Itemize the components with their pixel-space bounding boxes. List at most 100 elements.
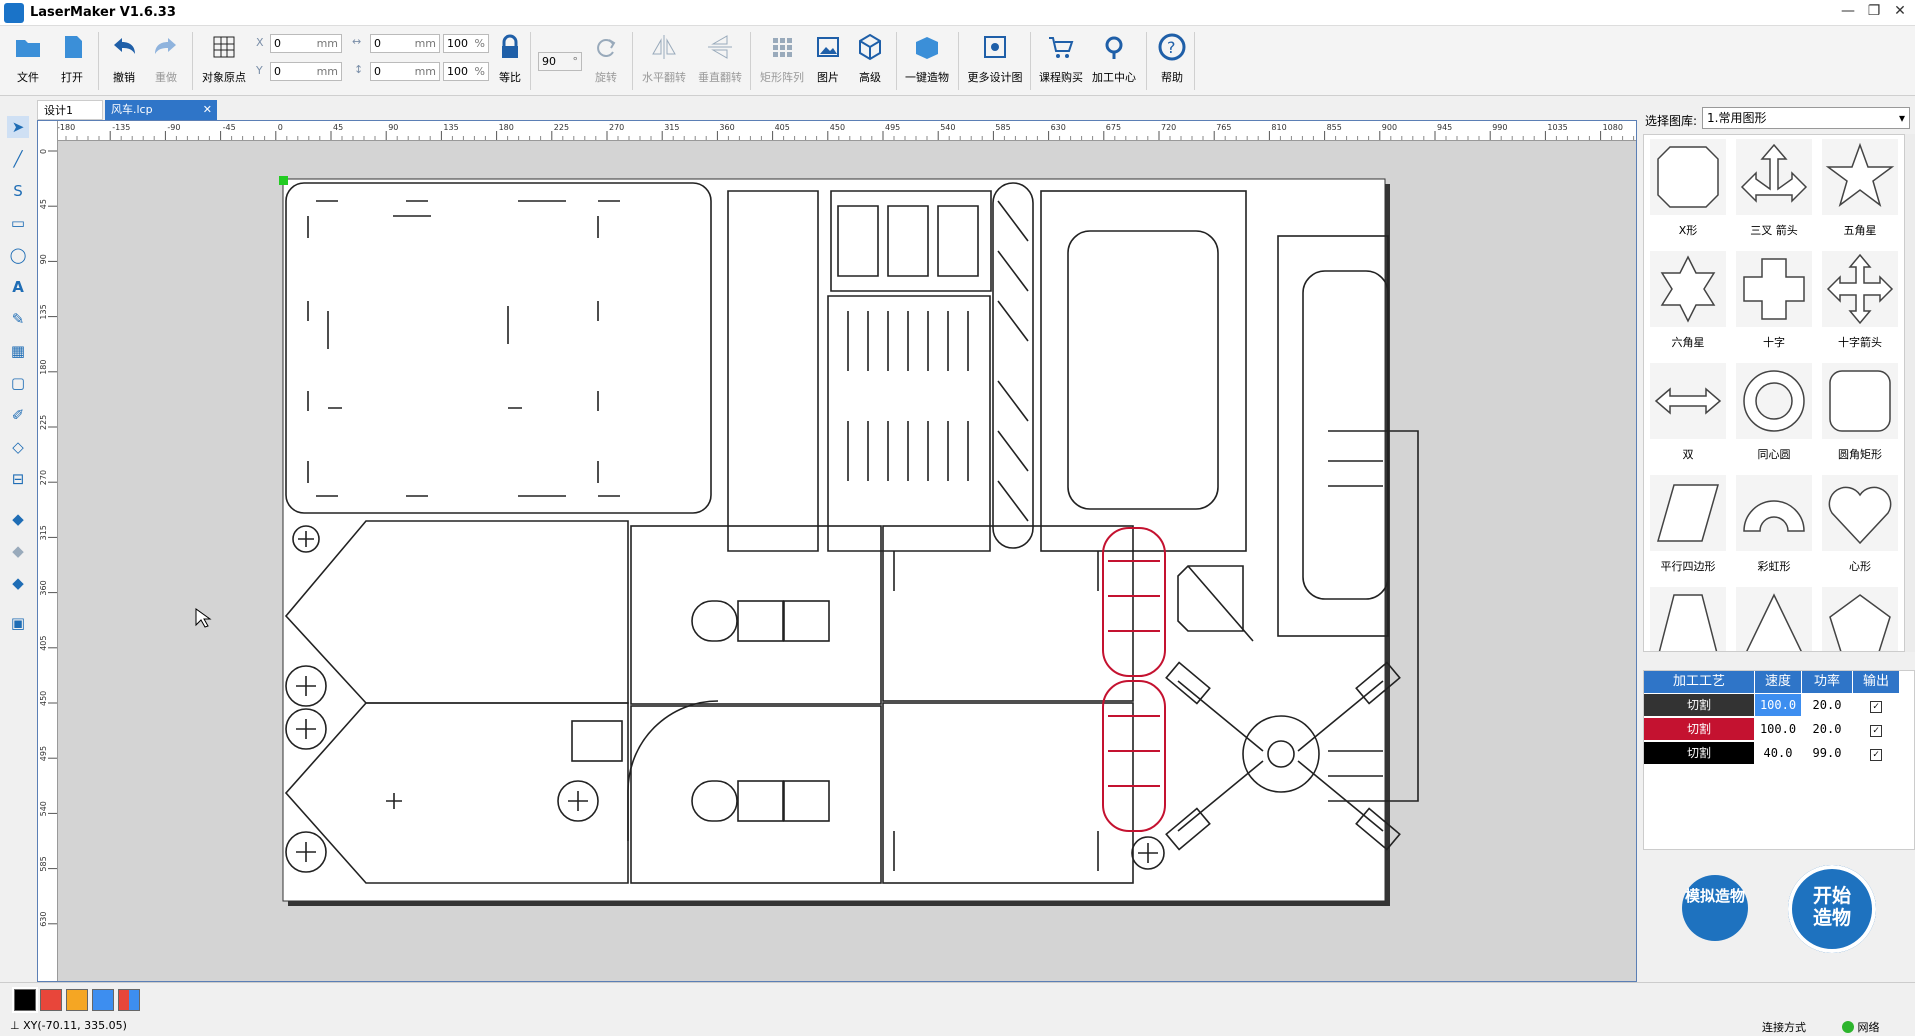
eraser-tool-icon[interactable]: ◇ xyxy=(7,436,29,458)
layer-output-cell[interactable]: ✓ xyxy=(1853,742,1899,764)
table-tool-icon[interactable]: ▦ xyxy=(7,340,29,362)
shape-item[interactable] xyxy=(1820,587,1900,651)
horizontal-flip-button[interactable]: 水平翻转 xyxy=(638,30,690,92)
height-percent-input[interactable]: 100% xyxy=(443,62,489,81)
color-swatch[interactable] xyxy=(40,989,62,1011)
shape-item[interactable]: 五角星 xyxy=(1820,139,1900,238)
shape-item[interactable]: 平行四边形 xyxy=(1648,475,1728,574)
library-scrollbar[interactable] xyxy=(1905,134,1915,652)
undo-button[interactable]: 撤销 xyxy=(106,30,142,92)
object-origin-button[interactable]: 对象原点 xyxy=(198,30,250,92)
select-tool-icon[interactable]: ➤ xyxy=(7,116,29,138)
color-swatch[interactable] xyxy=(66,989,88,1011)
camera-tool-icon[interactable]: ▣ xyxy=(7,612,29,634)
output-checkbox[interactable]: ✓ xyxy=(1870,701,1882,713)
shape-item[interactable] xyxy=(1734,587,1814,651)
bottom-bar: ⊥ XY(-70.11, 335.05) 连接方式 网络 xyxy=(0,982,1915,1036)
shape-item[interactable]: 心形 xyxy=(1820,475,1900,574)
layer-mode-cell[interactable]: 切割 xyxy=(1644,718,1754,740)
tab-windmill[interactable]: 风车.lcp ✕ xyxy=(105,100,217,120)
output-checkbox[interactable]: ✓ xyxy=(1870,749,1882,761)
vertical-flip-button[interactable]: 垂直翻转 xyxy=(694,30,746,92)
separator xyxy=(1194,32,1195,90)
redo-icon xyxy=(155,38,176,54)
maximize-button[interactable]: ❐ xyxy=(1861,3,1887,23)
shape-item[interactable]: 六角星 xyxy=(1648,251,1728,350)
shape-label: 圆角矩形 xyxy=(1838,448,1882,461)
layer-speed-cell[interactable]: 100.0 xyxy=(1755,718,1801,740)
rect-array-button[interactable]: 矩形阵列 xyxy=(756,30,808,92)
fill-disabled-icon[interactable]: ◆ xyxy=(7,540,29,562)
start-make-button[interactable]: 开始造物 xyxy=(1788,865,1876,953)
close-window-button[interactable]: ✕ xyxy=(1887,3,1913,23)
color-swatch[interactable] xyxy=(92,989,114,1011)
shape-item[interactable]: 十字 xyxy=(1734,251,1814,350)
shape-preview-icon xyxy=(1650,587,1726,651)
shape-item[interactable]: 十字箭头 xyxy=(1820,251,1900,350)
shape-preview-icon xyxy=(1736,363,1812,439)
rotate-icon xyxy=(597,39,616,57)
rectangle-tool-icon[interactable]: ▭ xyxy=(7,212,29,234)
advanced-button[interactable]: 高级 xyxy=(852,30,888,92)
layer-output-cell[interactable]: ✓ xyxy=(1853,718,1899,740)
shape-item[interactable]: 圆角矩形 xyxy=(1820,363,1900,462)
ellipse-tool-icon[interactable]: ◯ xyxy=(7,244,29,266)
library-select[interactable]: 1.常用图形 ▾ xyxy=(1702,107,1910,129)
one-click-make-button[interactable]: 一键造物 xyxy=(902,30,952,92)
layer-power-cell[interactable]: 99.0 xyxy=(1802,742,1852,764)
shape-tool-icon[interactable]: ▢ xyxy=(7,372,29,394)
x-label: X xyxy=(256,36,264,49)
lock-ratio-button[interactable]: 等比 xyxy=(494,30,526,92)
cube-icon xyxy=(859,33,881,61)
close-tab-icon[interactable]: ✕ xyxy=(203,100,212,120)
layer-speed-cell[interactable]: 100.0 xyxy=(1755,694,1801,716)
layer-speed-cell[interactable]: 40.0 xyxy=(1755,742,1801,764)
course-purchase-button[interactable]: 课程购买 xyxy=(1036,30,1086,92)
layer-power-cell[interactable]: 20.0 xyxy=(1802,718,1852,740)
width-percent-input[interactable]: 100% xyxy=(443,34,489,53)
design-drawing[interactable] xyxy=(38,121,1637,982)
measure-tool-icon[interactable]: ⊟ xyxy=(7,468,29,490)
color-swatch[interactable] xyxy=(118,989,140,1011)
fill-tool-icon[interactable]: ◆ xyxy=(7,508,29,530)
y-position-input[interactable]: 0 mm xyxy=(270,62,342,81)
right-panel: 选择图库: 1.常用图形 ▾ X形 三叉 箭头 五角星 六角星 十字 十字箭头双 同心圆 圆角矩… xyxy=(1640,100,1915,980)
shape-item[interactable]: 双 xyxy=(1648,363,1728,462)
help-button[interactable]: ? 帮助 xyxy=(1154,30,1190,92)
layer-mode-cell[interactable]: 切割 xyxy=(1644,742,1754,764)
text-tool-icon[interactable]: A xyxy=(7,276,29,298)
shape-item[interactable]: 同心圆 xyxy=(1734,363,1814,462)
pen-tool-icon[interactable]: ✎ xyxy=(7,308,29,330)
color-swatch[interactable] xyxy=(12,987,38,1013)
fill-alt-tool-icon[interactable]: ◆ xyxy=(7,572,29,594)
app-logo-icon xyxy=(4,3,24,23)
layer-output-cell[interactable]: ✓ xyxy=(1853,694,1899,716)
image-button[interactable]: 图片 xyxy=(810,30,846,92)
layer-power-cell[interactable]: 20.0 xyxy=(1802,694,1852,716)
minimize-button[interactable]: — xyxy=(1835,3,1861,23)
layer-mode-cell[interactable]: 切割 xyxy=(1644,694,1754,716)
shape-item[interactable]: 彩虹形 xyxy=(1734,475,1814,574)
process-center-button[interactable]: 加工中心 xyxy=(1088,30,1140,92)
rotate-button[interactable]: 旋转 xyxy=(588,30,624,92)
more-designs-button[interactable]: 更多设计图 xyxy=(964,30,1026,92)
design-canvas[interactable]: -180 -135 -90 -45 0 45 90 135 180 225 270 315 360 405… xyxy=(37,120,1637,982)
edit-tool-icon[interactable]: ✐ xyxy=(7,404,29,426)
line-tool-icon[interactable]: ╱ xyxy=(7,148,29,170)
output-checkbox[interactable]: ✓ xyxy=(1870,725,1882,737)
shape-item[interactable]: X形 xyxy=(1648,139,1728,238)
tab-design1[interactable]: 设计1 xyxy=(37,100,103,120)
rotate-angle-input[interactable]: 90 ° xyxy=(538,52,582,71)
simulate-button[interactable]: 模拟造物 xyxy=(1682,875,1748,941)
redo-button[interactable]: 重做 xyxy=(148,30,184,92)
height-icon: ↕ xyxy=(354,63,364,76)
height-input[interactable]: 0 mm xyxy=(370,62,440,81)
x-position-input[interactable]: 0 mm xyxy=(270,34,342,53)
width-input[interactable]: 0 mm xyxy=(370,34,440,53)
file-menu-button[interactable]: 文件 xyxy=(10,30,46,92)
shape-item[interactable]: 三叉 箭头 xyxy=(1734,139,1814,238)
open-button[interactable]: 打开 xyxy=(54,30,90,92)
shape-item[interactable] xyxy=(1648,587,1728,651)
curve-tool-icon[interactable]: S xyxy=(7,180,29,202)
shape-label: X形 xyxy=(1678,224,1698,237)
